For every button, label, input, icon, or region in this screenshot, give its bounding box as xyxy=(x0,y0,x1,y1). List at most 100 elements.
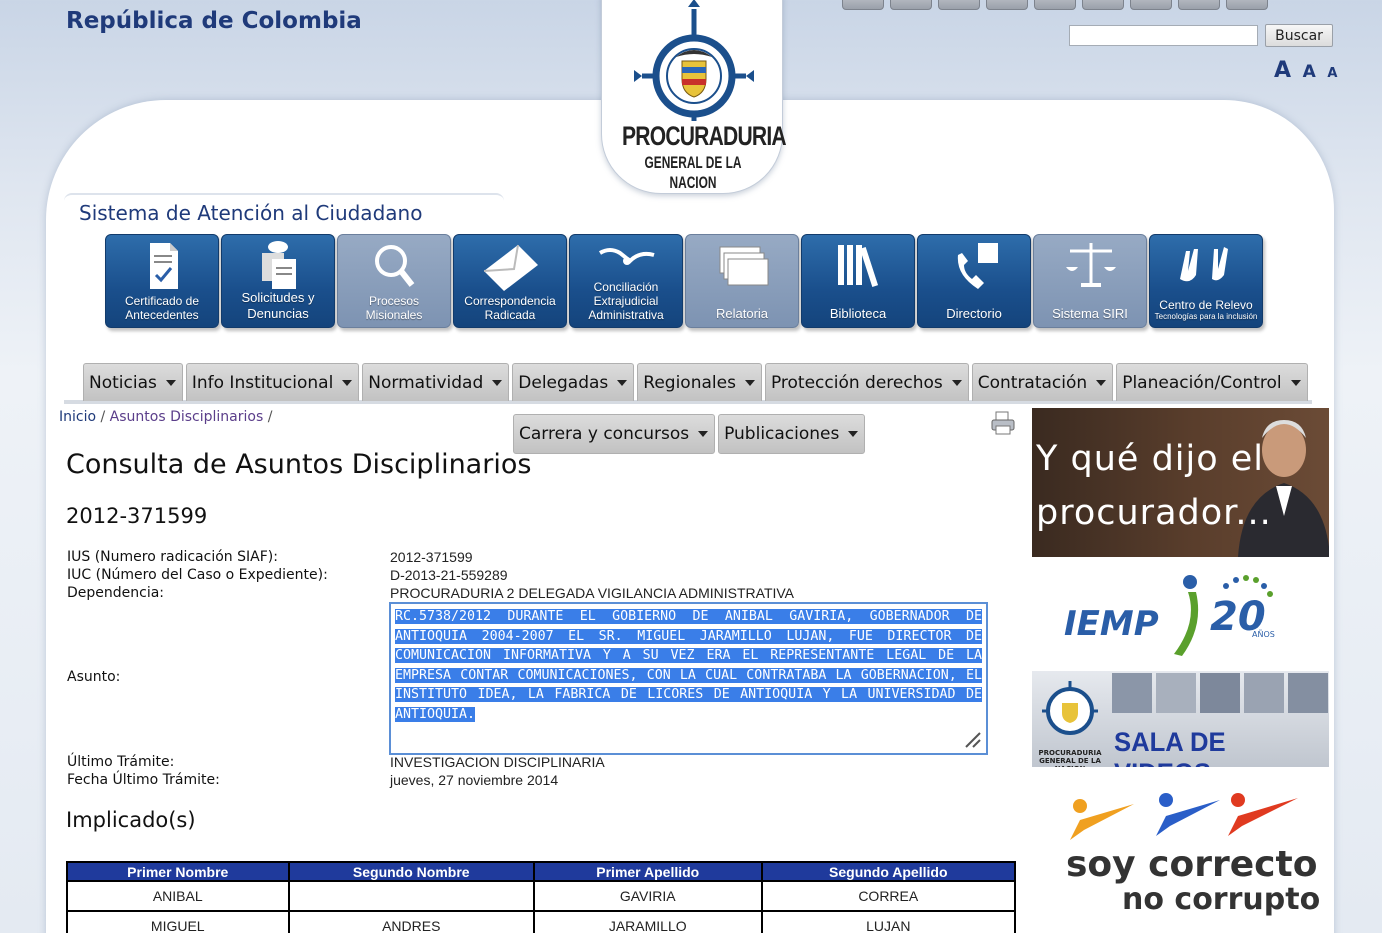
implicados-title: Implicado(s) xyxy=(66,808,196,832)
tile-label-main: Centro de Relevo xyxy=(1159,298,1253,312)
column-header: Segundo Apellido xyxy=(760,861,1017,882)
font-size-large[interactable]: A xyxy=(1274,58,1291,83)
tile-conciliacion[interactable]: Conciliación Extrajudicial Administrativ… xyxy=(569,234,683,328)
toolbar-button[interactable] xyxy=(1130,0,1172,10)
table-cell: CORREA xyxy=(760,880,1017,912)
print-icon[interactable] xyxy=(990,410,1016,436)
soy-correcto-line1: soy correcto xyxy=(1066,844,1318,885)
menu-item-delegadas[interactable]: Delegadas xyxy=(512,363,635,401)
procuraduria-logo[interactable]: PROCURADURIA GENERAL DE LA NACION xyxy=(601,0,787,194)
toolbar-button[interactable] xyxy=(1226,0,1268,10)
menu-item-publicaciones[interactable]: Publicaciones xyxy=(718,414,866,454)
asunto-textarea[interactable]: RC.5738/2012 DURANTE EL GOBIERNO DE ANIB… xyxy=(389,602,988,755)
sala-videos-text: SALA DE VIDEOS xyxy=(1114,727,1226,767)
implicados-table: Primer Nombre Segundo Nombre Primer Apel… xyxy=(66,861,1017,933)
font-size-controls: A A A xyxy=(1274,58,1343,83)
country-title: República de Colombia xyxy=(66,8,362,34)
column-header: Primer Nombre xyxy=(66,861,290,882)
menu-label: Info Institucional xyxy=(191,372,334,393)
certificate-icon xyxy=(150,243,178,289)
table-cell: GAVIRIA xyxy=(532,880,763,912)
tile-procesos[interactable]: Procesos Misionales xyxy=(337,234,451,328)
top-toolbar xyxy=(842,0,1268,10)
menu-label: Protección derechos xyxy=(770,372,943,393)
menu-item-noticias[interactable]: Noticias xyxy=(83,363,183,401)
main-menu: Noticias Info Institucional Normatividad… xyxy=(83,363,1308,401)
toolbar-button[interactable] xyxy=(1034,0,1076,10)
tile-label: Biblioteca xyxy=(829,306,887,321)
tile-solicitudes[interactable]: Solicitudes y Denuncias xyxy=(221,234,335,328)
tile-siri[interactable]: Sistema SIRI xyxy=(1033,234,1147,328)
toolbar-button[interactable] xyxy=(1082,0,1124,10)
table-cell: JARAMILLO xyxy=(532,910,763,933)
table-cell: LUJAN xyxy=(760,910,1017,933)
sac-title: Sistema de Atención al Ciudadano xyxy=(79,201,423,225)
banner-procurador[interactable]: Y qué dijo el procurador... xyxy=(1032,408,1329,557)
books-icon xyxy=(838,245,879,287)
font-size-medium[interactable]: A xyxy=(1303,62,1316,82)
search-input[interactable] xyxy=(1069,25,1258,46)
banner-sala-videos[interactable]: PROCURADURIA GENERAL DE LA NACION SALA D… xyxy=(1032,671,1329,767)
logo-title: PROCURADURIA xyxy=(622,121,787,151)
soy-correcto-line2: no corrupto xyxy=(1122,882,1321,917)
menu-item-planeacion-control[interactable]: Planeación/Control xyxy=(1116,363,1308,401)
table-cell: ANIBAL xyxy=(66,880,290,912)
tile-label: Solicitudes y Denuncias xyxy=(241,290,315,321)
tile-directorio[interactable]: Directorio xyxy=(917,234,1031,328)
toolbar-button[interactable] xyxy=(842,0,884,10)
tile-label: Centro de Relevo Tecnologías para la inc… xyxy=(1152,298,1260,322)
breadcrumb-current[interactable]: Asuntos Disciplinarios xyxy=(110,409,264,425)
toolbar-button[interactable] xyxy=(890,0,932,10)
resize-grip-icon[interactable] xyxy=(964,731,982,749)
crest-small-icon xyxy=(1042,681,1098,735)
column-header: Segundo Nombre xyxy=(287,861,535,882)
menu-label: Normatividad xyxy=(368,372,484,393)
tile-label: Procesos Misionales xyxy=(365,294,423,322)
menu-label: Publicaciones xyxy=(724,424,840,444)
menu-item-proteccion-derechos[interactable]: Protección derechos xyxy=(764,363,969,401)
menu-item-regionales[interactable]: Regionales xyxy=(637,363,762,401)
tile-sublabel: Tecnologías para la inclusión xyxy=(1154,312,1258,321)
table-row: MIGUEL ANDRES JARAMILLO LUJAN xyxy=(66,910,1017,933)
iuc-label: IUC (Número del Caso o Expediente): xyxy=(67,567,328,583)
toolbar-button[interactable] xyxy=(1178,0,1220,10)
banner-soy-correcto[interactable]: soy correcto no corrupto xyxy=(1032,780,1329,930)
menu-item-contratacion[interactable]: Contratación xyxy=(971,363,1114,401)
tile-certificado[interactable]: Certificado de Antecedentes xyxy=(105,234,219,328)
soy-correcto-figures-icon xyxy=(1070,793,1298,840)
fecha-tramite-value: jueves, 27 noviembre 2014 xyxy=(390,772,559,788)
tile-correspondencia[interactable]: Correspondencia Radicada xyxy=(453,234,567,328)
sign-language-icon xyxy=(1180,247,1228,282)
search-button[interactable]: Buscar xyxy=(1265,24,1333,47)
menu-label: Regionales xyxy=(643,372,736,393)
menu-label: Delegadas xyxy=(518,372,609,393)
toolbar-button[interactable] xyxy=(938,0,980,10)
secondary-menu: Carrera y concursos Publicaciones xyxy=(513,414,866,454)
menu-label: Planeación/Control xyxy=(1122,372,1282,393)
ultimo-tramite-label: Último Trámite: xyxy=(67,754,175,770)
toolbar-button[interactable] xyxy=(986,0,1028,10)
page-title: Consulta de Asuntos Disciplinarios xyxy=(66,449,532,480)
video-thumbnails-icon xyxy=(1112,673,1328,713)
chevron-down-icon xyxy=(951,379,962,386)
chevron-down-icon xyxy=(342,379,353,386)
tile-biblioteca[interactable]: Biblioteca xyxy=(801,234,915,328)
chevron-down-icon xyxy=(492,379,503,386)
chevron-down-icon xyxy=(165,379,176,386)
menu-item-carrera-concursos[interactable]: Carrera y concursos xyxy=(513,414,716,454)
tile-relatoria[interactable]: Relatoria xyxy=(685,234,799,328)
column-header: Primer Apellido xyxy=(532,861,763,882)
font-size-small[interactable]: A xyxy=(1327,66,1337,81)
ius-value: 2012-371599 xyxy=(390,549,473,565)
tile-centro-relevo[interactable]: Centro de Relevo Tecnologías para la inc… xyxy=(1149,234,1263,328)
dependencia-label: Dependencia: xyxy=(67,585,165,601)
fecha-tramite-label: Fecha Último Trámite: xyxy=(67,772,220,788)
scales-icon xyxy=(1066,243,1116,287)
banner-iemp[interactable]: IEMP 20 AÑOS xyxy=(1032,566,1329,664)
menu-item-info-institucional[interactable]: Info Institucional xyxy=(185,363,360,401)
table-header-row: Primer Nombre Segundo Nombre Primer Apel… xyxy=(66,861,1017,882)
menu-item-normatividad[interactable]: Normatividad xyxy=(362,363,510,401)
logo-subtitle: GENERAL DE LA NACION xyxy=(644,153,742,192)
breadcrumb-home[interactable]: Inicio xyxy=(59,409,96,425)
menu-label: Carrera y concursos xyxy=(519,424,690,444)
